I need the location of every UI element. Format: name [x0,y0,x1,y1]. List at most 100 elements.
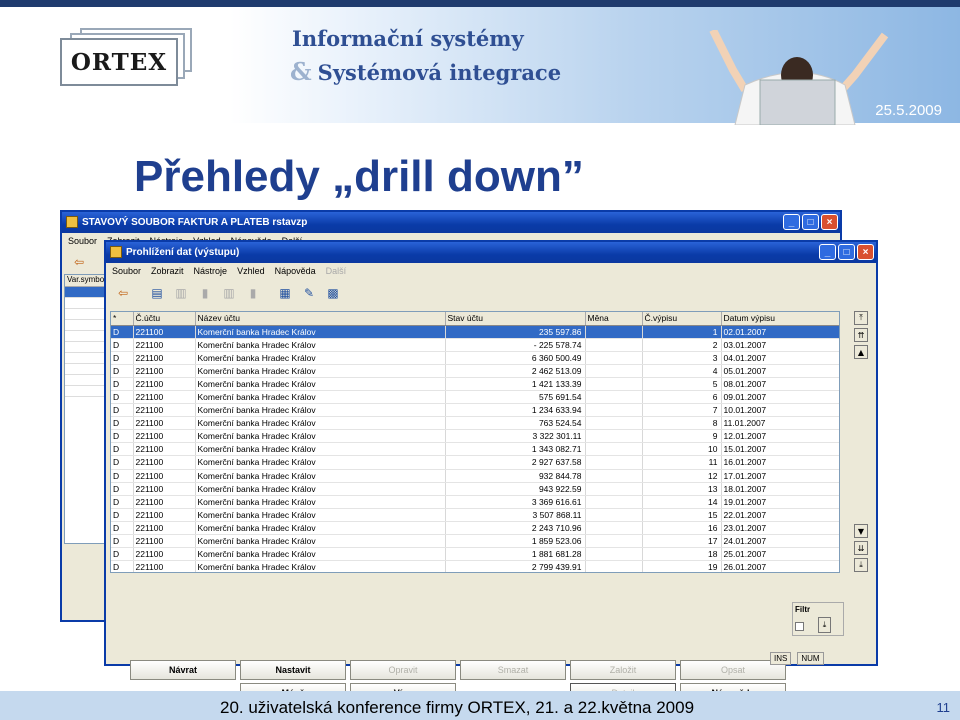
menu-nastroje[interactable]: Nástroje [194,266,228,276]
scroll-buttons: ⤒ ⇈ ▲ ▼ ⇊ ⤓ [854,311,868,589]
edit-icon[interactable]: ✎ [300,284,318,302]
menu-soubor[interactable]: Soubor [68,236,97,246]
calc-icon[interactable]: ▩ [324,284,342,302]
back-window-title: STAVOVÝ SOUBOR FAKTUR A PLATEB rstavzp [82,217,308,228]
table-row[interactable]: D 221100 Komerční banka Hradec Králov 3 322… [111,429,839,444]
table-row[interactable]: D 221100 Komerční banka Hradec Králov 1 421… [111,377,839,391]
table-cell: D [111,442,134,457]
table-row[interactable]: D 221100 Komerční banka Hradec Králov 575 6… [111,390,839,405]
table-cell: 02.01.2007 [721,325,839,339]
front-window-titlebar[interactable]: Prohlížení dat (výstupu) _ □ × [106,242,876,263]
menu-vzhled[interactable]: Vzhled [237,266,265,276]
table-row[interactable]: D 221100 Komerční banka Hradec Králov 1 234… [111,403,839,418]
scroll-first-icon[interactable]: ⤒ [854,311,868,325]
table-cell: D [111,469,134,483]
column-header[interactable]: Měna [585,312,643,326]
table-cell: D [111,495,134,509]
data-grid[interactable]: * Č.účtu Název účtu Stav účtu Měna Č.výpisu Da… [110,311,840,573]
table-row[interactable]: D 221100 Komerční banka Hradec Králov 1 343… [111,442,839,457]
table-cell: 18.01.2007 [721,482,839,496]
column-header[interactable]: * [111,312,134,326]
table-row[interactable]: D 221100 Komerční banka Hradec Králov 943 9… [111,482,839,496]
table-cell [585,338,643,352]
maximize-button[interactable]: □ [838,244,855,260]
close-button[interactable]: × [857,244,874,260]
table-cell: D [111,534,134,549]
column-header[interactable]: Název účtu [195,312,446,326]
column-header[interactable]: Datum výpisu [721,312,839,326]
table-cell: 25.01.2007 [721,547,839,562]
table-row[interactable]: D 221100 Komerční banka Hradec Králov 3 507… [111,508,839,522]
table-cell: 221100 [133,429,196,444]
front-window-title: Prohlížení dat (výstupu) [126,247,240,258]
table-row[interactable]: D 221100 Komerční banka Hradec Králov 235 5… [111,325,839,339]
table-cell: 2 927 637.58 [445,455,586,470]
back-arrow-icon[interactable]: ⇦ [70,253,88,271]
table-cell: 2 [642,338,722,352]
table-row[interactable]: D 221100 Komerční banka Hradec Králov 932 8… [111,469,839,483]
back-window-titlebar[interactable]: STAVOVÝ SOUBOR FAKTUR A PLATEB rstavzp _… [62,212,840,233]
table-cell: 3 [642,351,722,365]
scroll-page-up-icon[interactable]: ⇈ [854,328,868,342]
back-grid[interactable]: Var.symbo [64,274,108,544]
filter-group: Filtr ⤓ [792,602,844,636]
table-cell: D [111,390,134,405]
move-icon[interactable]: ▥ [220,284,238,302]
table-cell: 10.01.2007 [721,403,839,418]
scroll-up-icon[interactable]: ▲ [854,345,868,359]
minimize-button[interactable]: _ [783,214,800,230]
smazat-button[interactable]: Smazat [460,660,566,680]
filter-download-icon[interactable]: ⤓ [818,617,831,633]
column-header[interactable]: Stav účtu [445,312,586,326]
front-window[interactable]: Prohlížení dat (výstupu) _ □ × Soubor Zo… [104,240,878,703]
minimize-button[interactable]: _ [819,244,836,260]
table-row[interactable]: D 221100 Komerční banka Hradec Králov 2 243… [111,521,839,536]
back-arrow-icon[interactable]: ⇦ [114,284,132,302]
scroll-down-icon[interactable]: ▼ [854,524,868,538]
scroll-last-icon[interactable]: ⤓ [854,558,868,572]
opravit-button[interactable]: Opravit [350,660,456,680]
table-cell: 22.01.2007 [721,508,839,522]
navrat-button[interactable]: Návrat [130,660,236,680]
menu-zobrazit[interactable]: Zobrazit [151,266,184,276]
menu-soubor[interactable]: Soubor [112,266,141,276]
copy-icon[interactable]: ▥ [172,284,190,302]
table-row[interactable]: D 221100 Komerční banka Hradec Králov 6 360… [111,351,839,365]
table-cell: Komerční banka Hradec Králov [195,429,446,444]
table-row[interactable]: D 221100 Komerční banka Hradec Králov - 225… [111,338,839,352]
table-row[interactable]: D 221100 Komerční banka Hradec Králov 2 799… [111,560,839,572]
maximize-button[interactable]: □ [802,214,819,230]
table-cell: 221100 [133,442,196,457]
scroll-page-down-icon[interactable]: ⇊ [854,541,868,555]
doc-icon[interactable]: ▮ [196,284,214,302]
page-icon[interactable]: ▮ [244,284,262,302]
filter-checkbox[interactable] [795,622,804,631]
table-cell: 16.01.2007 [721,455,839,470]
table-row[interactable]: D 221100 Komerční banka Hradec Králov 1 859… [111,534,839,549]
table-row[interactable]: D 221100 Komerční banka Hradec Králov 1 881… [111,547,839,562]
grid-icon[interactable]: ▦ [276,284,294,302]
close-button[interactable]: × [821,214,838,230]
table-row[interactable]: D 221100 Komerční banka Hradec Králov 763 5… [111,416,839,431]
table-row[interactable]: D 221100 Komerční banka Hradec Králov 2 462… [111,364,839,378]
table-cell: 15.01.2007 [721,442,839,457]
table-cell: 221100 [133,377,196,391]
table-cell [585,403,643,418]
new-record-icon[interactable]: ▤ [148,284,166,302]
table-cell: 9 [642,429,722,444]
app-icon [110,246,122,258]
table-row[interactable]: D 221100 Komerční banka Hradec Králov 3 369… [111,495,839,509]
table-cell: - 225 578.74 [445,338,586,352]
column-header[interactable]: Č.účtu [133,312,196,326]
menu-napoveda[interactable]: Nápověda [275,266,316,276]
column-header[interactable]: Č.výpisu [642,312,722,326]
zalozit-button[interactable]: Založit [570,660,676,680]
table-cell: 16 [642,521,722,536]
table-cell: 235 597.86 [445,325,586,339]
table-cell: 1 421 133.39 [445,377,586,391]
page-number: 11 [936,700,951,715]
table-cell: 221100 [133,403,196,418]
nastavit-button[interactable]: Nastavit [240,660,346,680]
logo-text: ORTEX [70,48,168,76]
table-row[interactable]: D 221100 Komerční banka Hradec Králov 2 927… [111,455,839,470]
